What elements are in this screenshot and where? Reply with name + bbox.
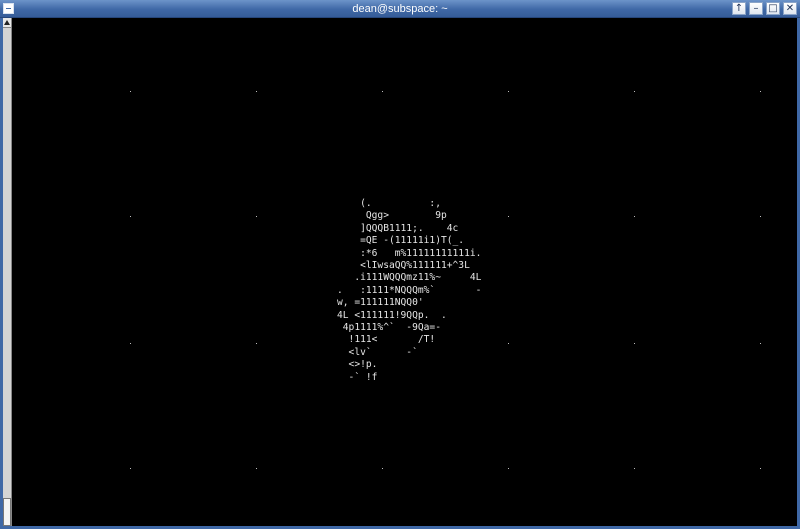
- star-dot: [130, 468, 131, 469]
- star-dot: [130, 91, 131, 92]
- shade-button[interactable]: ↑: [732, 2, 746, 15]
- star-dot: [256, 91, 257, 92]
- star-dot: [130, 216, 131, 217]
- star-dot: [508, 343, 509, 344]
- star-dot: [130, 343, 131, 344]
- star-dot: [634, 216, 635, 217]
- scroll-thumb[interactable]: [3, 498, 11, 526]
- star-dot: [256, 343, 257, 344]
- terminal-scrollbar[interactable]: [3, 18, 12, 526]
- window-title: dean@subspace: ~: [352, 3, 448, 15]
- star-dot: [508, 91, 509, 92]
- star-dot: [508, 216, 509, 217]
- title-bar[interactable]: dean@subspace: ~ ↑ – □ ✕: [0, 0, 800, 18]
- star-dot: [382, 468, 383, 469]
- ascii-art: (. :, Qgg> 9p ]QQQB1111;. 4c =QE -(11111…: [337, 198, 482, 383]
- star-dot: [634, 343, 635, 344]
- star-dot: [634, 468, 635, 469]
- star-dot: [760, 216, 761, 217]
- star-dot: [508, 468, 509, 469]
- star-dot: [256, 468, 257, 469]
- star-dot: [760, 468, 761, 469]
- maximize-button[interactable]: □: [766, 2, 780, 15]
- star-dot: [760, 343, 761, 344]
- terminal-window: dean@subspace: ~ ↑ – □ ✕ (.:, Qgg> 9p]…: [0, 0, 800, 529]
- star-dot: [634, 91, 635, 92]
- star-dot: [256, 216, 257, 217]
- close-button[interactable]: ✕: [783, 2, 797, 15]
- star-dot: [760, 91, 761, 92]
- star-dot: [382, 91, 383, 92]
- up-arrow-icon[interactable]: [3, 18, 11, 28]
- terminal-screen[interactable]: (. :, Qgg> 9p ]QQQB1111;. 4c =QE -(11111…: [12, 18, 797, 526]
- minimize-button[interactable]: –: [749, 2, 763, 15]
